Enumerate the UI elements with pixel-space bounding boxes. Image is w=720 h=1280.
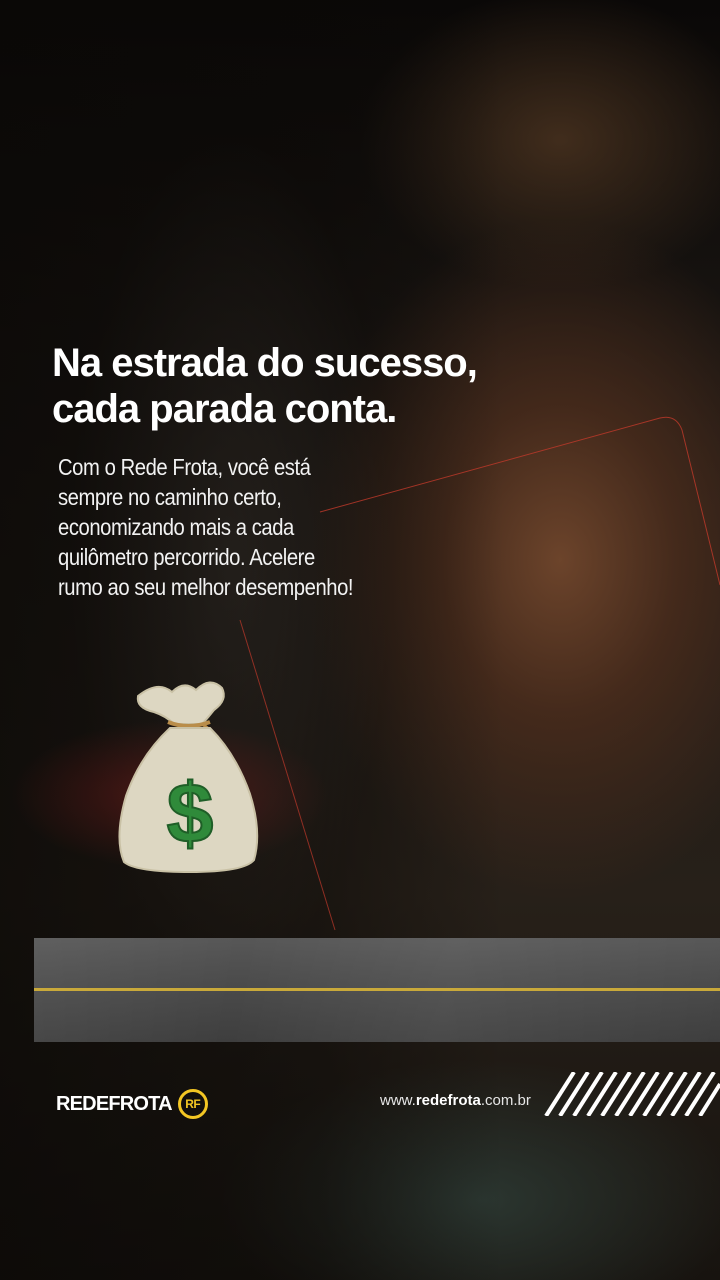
body-line-4: quilômetro percorrido. Acelere bbox=[58, 544, 315, 570]
dollar-symbol: $ bbox=[167, 766, 214, 860]
slash-stripes-icon bbox=[544, 1072, 720, 1116]
promo-post: Na estrada do sucesso, cada parada conta… bbox=[0, 0, 720, 1280]
website-suffix: .com.br bbox=[480, 1092, 531, 1109]
logo-text: REDEFROTA bbox=[56, 1092, 173, 1115]
website-prefix: www. bbox=[380, 1092, 416, 1109]
website-brand: redefrota bbox=[415, 1092, 481, 1109]
brand-logo: REDEFROTA RF bbox=[56, 1084, 208, 1124]
body-line-2: sempre no caminho certo, bbox=[58, 484, 282, 510]
website-link[interactable]: www.redefrota.com.br bbox=[380, 1092, 531, 1109]
headline: Na estrada do sucesso, cada parada conta… bbox=[52, 340, 532, 432]
body-line-1: Com o Rede Frota, você está bbox=[58, 454, 311, 480]
body-line-3: economizando mais a cada bbox=[58, 514, 294, 540]
body-text: Com o Rede Frota, você está sempre no ca… bbox=[58, 452, 418, 602]
body-line-5: rumo ao seu melhor desempenho! bbox=[58, 574, 354, 600]
money-bag-icon: $ bbox=[118, 681, 259, 874]
headline-line-2: cada parada conta. bbox=[52, 387, 397, 431]
band-stripe bbox=[34, 988, 720, 991]
headline-line-1: Na estrada do sucesso, bbox=[52, 341, 478, 385]
logo-badge: RF bbox=[177, 1089, 208, 1119]
gray-band bbox=[34, 938, 720, 1042]
